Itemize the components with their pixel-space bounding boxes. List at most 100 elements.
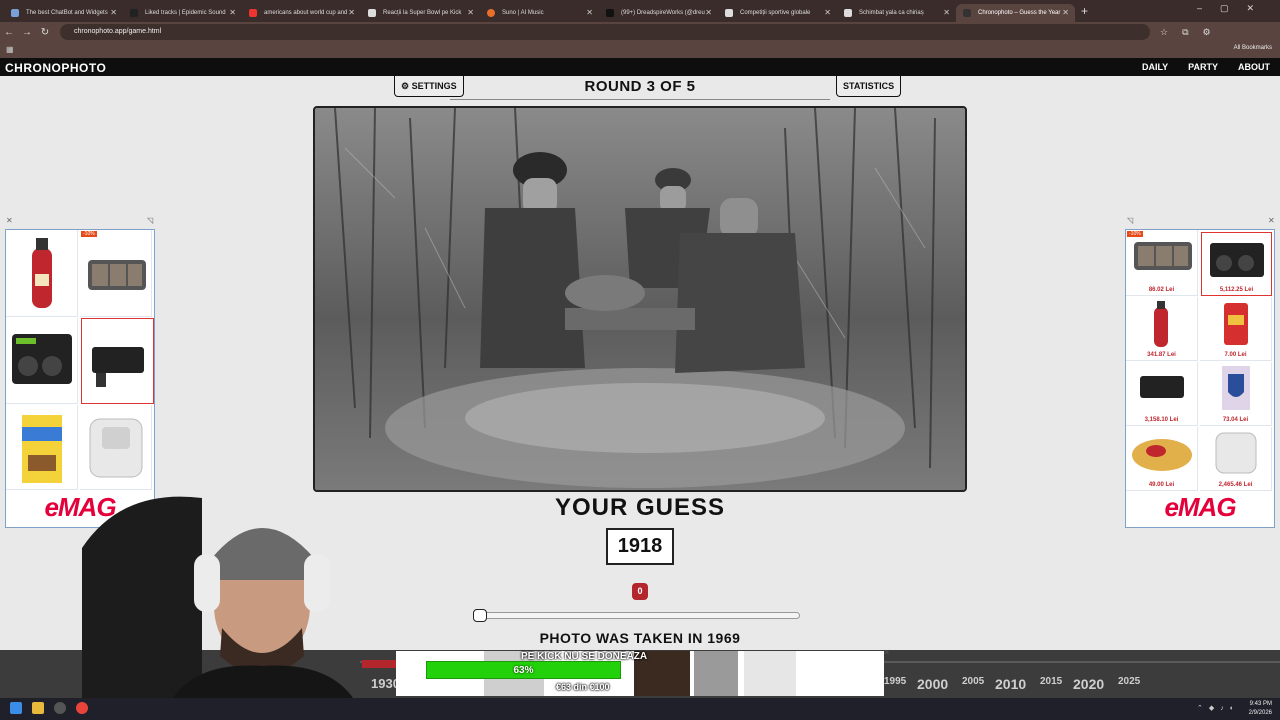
year-slider-track[interactable] bbox=[478, 612, 800, 619]
product-price: 341.87 Lei bbox=[1147, 352, 1176, 358]
browser-tab[interactable]: Liked tracks | Epidemic Sound ✕ bbox=[123, 4, 242, 22]
browser-toolbar-icons[interactable]: ☆⧉⚙ bbox=[1160, 27, 1225, 38]
nav-about[interactable]: ABOUT bbox=[1238, 62, 1270, 72]
browser-tab-bar: The best ChatBot and Widgets ✕ Liked trac… bbox=[0, 0, 1280, 22]
window-controls[interactable]: –▢✕ bbox=[1197, 3, 1272, 14]
timeline-year: 2010 bbox=[995, 676, 1027, 692]
ad-info-icon[interactable]: ◹ bbox=[1127, 216, 1133, 225]
clock[interactable]: 9:43 PM 2/9/2026 bbox=[1249, 700, 1272, 718]
ad-banner-right[interactable]: -10% 86.02 Lei 5,112.25 Lei 341.87 Lei 7… bbox=[1125, 229, 1275, 528]
ad-info-icon[interactable]: ◹ bbox=[147, 216, 153, 225]
site-logo[interactable]: CHRONOPHOTO bbox=[5, 61, 106, 75]
forward-icon[interactable]: → bbox=[18, 27, 36, 38]
ad-product-breadmaker[interactable] bbox=[80, 405, 152, 490]
wafer-package-icon bbox=[22, 415, 62, 483]
statistics-button[interactable]: STATISTICS bbox=[836, 76, 902, 97]
round-indicator: ROUND 3 OF 5 bbox=[584, 78, 696, 95]
new-tab-button[interactable]: + bbox=[1081, 4, 1088, 18]
clock-time: 9:43 PM bbox=[1249, 701, 1272, 707]
ad-banner-left[interactable]: -10% eMAG bbox=[5, 229, 155, 528]
donation-count: €63 din €100 bbox=[556, 682, 610, 692]
back-icon[interactable]: ← bbox=[0, 27, 18, 38]
chrome-icon[interactable] bbox=[76, 702, 88, 714]
nav-daily[interactable]: DAILY bbox=[1142, 62, 1168, 72]
system-tray-icons[interactable]: ⌃◆♪◐ bbox=[1197, 704, 1240, 712]
close-tab-icon[interactable]: ✕ bbox=[586, 4, 593, 22]
os-taskbar: ⌃◆♪◐ 9:43 PM 2/9/2026 bbox=[0, 698, 1280, 720]
close-tab-icon[interactable]: ✕ bbox=[229, 4, 236, 22]
file-explorer-icon[interactable] bbox=[32, 702, 44, 714]
tab-title: Reacții la Super Bowl pe Kick bbox=[383, 9, 462, 16]
capture-card-icon bbox=[92, 347, 144, 387]
chips-bag-icon bbox=[1224, 303, 1248, 345]
url-input[interactable]: chronophoto.app/game.html bbox=[60, 24, 1150, 40]
discount-badge: -10% bbox=[1127, 231, 1143, 237]
product-price: 5,112.25 Lei bbox=[1219, 287, 1254, 293]
capture-card-icon bbox=[1140, 376, 1184, 398]
close-widget-icon[interactable]: ✕ bbox=[883, 648, 890, 657]
webcam-overlay bbox=[82, 488, 364, 720]
tab-title: Suno | AI Music bbox=[502, 9, 544, 16]
ad-product-gpu[interactable]: 5,112.25 Lei bbox=[1201, 232, 1272, 296]
fire-extinguisher-icon bbox=[1154, 301, 1168, 347]
ad-product-extinguisher[interactable] bbox=[6, 230, 78, 317]
donation-widget: PE KICK NU SE DONEAZA 63% €63 din €100 ✕ bbox=[396, 648, 890, 696]
scale-icon bbox=[88, 260, 146, 290]
ad-product-gpu[interactable] bbox=[6, 318, 78, 404]
browser-tab[interactable]: Reacții la Super Bowl pe Kick ✕ bbox=[361, 4, 480, 22]
ad-product-route66[interactable]: 73.04 Lei bbox=[1200, 362, 1272, 426]
product-price: 2,465.46 Lei bbox=[1218, 482, 1253, 488]
ad-product-chips[interactable]: 7.00 Lei bbox=[1200, 297, 1272, 361]
emag-logo[interactable]: eMAG bbox=[1126, 492, 1274, 523]
route66-package-icon bbox=[1222, 366, 1250, 410]
close-tab-icon[interactable]: ✕ bbox=[348, 4, 355, 22]
browser-tab[interactable]: americans about world cup and ✕ bbox=[242, 4, 361, 22]
browser-tab[interactable]: The best ChatBot and Widgets ✕ bbox=[4, 4, 123, 22]
nav-party[interactable]: PARTY bbox=[1188, 62, 1218, 72]
ad-product-scale[interactable]: -10% 86.02 Lei bbox=[1126, 230, 1198, 296]
guess-photo[interactable] bbox=[313, 106, 967, 492]
tab-title: The best ChatBot and Widgets bbox=[26, 9, 108, 16]
product-price: 73.04 Lei bbox=[1222, 417, 1249, 423]
top-nav: DAILY PARTY ABOUT bbox=[1142, 62, 1270, 72]
ad-product-africana[interactable] bbox=[6, 405, 78, 490]
close-ad-icon[interactable]: ✕ bbox=[1268, 216, 1275, 225]
reload-icon[interactable]: ↻ bbox=[36, 27, 54, 38]
apps-icon[interactable]: ▦ bbox=[6, 45, 14, 54]
browser-tab[interactable]: Schimbat yala ca chiriaș ✕ bbox=[837, 4, 956, 22]
browser-tab-active[interactable]: Chronophoto – Guess the Year ✕ bbox=[956, 3, 1075, 22]
browser-tab[interactable]: Suno | AI Music ✕ bbox=[480, 4, 599, 22]
app-icon[interactable] bbox=[54, 702, 66, 714]
ad-product-snacks[interactable]: 49.00 Lei bbox=[1126, 427, 1198, 491]
discount-badge: -10% bbox=[81, 231, 97, 237]
close-ad-icon[interactable]: ✕ bbox=[6, 216, 13, 225]
appliance-icon bbox=[89, 418, 143, 478]
donation-progress-bar: 63% bbox=[426, 661, 621, 679]
browser-tab[interactable]: (99+) DreadspireWorks (@dreu ✕ bbox=[599, 4, 718, 22]
close-tab-icon[interactable]: ✕ bbox=[1062, 4, 1069, 22]
youtube-icon bbox=[249, 8, 257, 17]
close-tab-icon[interactable]: ✕ bbox=[705, 4, 712, 22]
close-tab-icon[interactable]: ✕ bbox=[110, 4, 117, 22]
windows-start-icon[interactable] bbox=[10, 702, 22, 714]
ad-product-breadmaker[interactable]: 2,465.46 Lei bbox=[1200, 427, 1272, 491]
tab-title: (99+) DreadspireWorks (@dreu bbox=[621, 9, 705, 16]
ad-product-scale[interactable]: -10% bbox=[80, 230, 152, 317]
all-bookmarks-button[interactable]: All Bookmarks bbox=[1234, 45, 1272, 51]
tiktok-icon bbox=[606, 8, 614, 17]
gpu-icon bbox=[1210, 243, 1264, 277]
year-slider-thumb[interactable] bbox=[473, 609, 487, 622]
guess-year-input[interactable]: 1918 bbox=[606, 528, 674, 565]
close-tab-icon[interactable]: ✕ bbox=[943, 4, 950, 22]
close-tab-icon[interactable]: ✕ bbox=[467, 4, 474, 22]
address-bar-row: ← → ↻ chronophoto.app/game.html ☆⧉⚙ bbox=[0, 22, 1280, 42]
ad-product-capture-card[interactable]: 3,158.10 Lei bbox=[1126, 362, 1198, 426]
close-tab-icon[interactable]: ✕ bbox=[824, 4, 831, 22]
settings-button[interactable]: ⚙ SETTINGS bbox=[394, 76, 464, 97]
browser-tab[interactable]: Competiții sportive globale ✕ bbox=[718, 4, 837, 22]
score-badge: 0 bbox=[632, 583, 648, 600]
product-price: 3,158.10 Lei bbox=[1144, 417, 1179, 423]
ad-product-capture-card[interactable] bbox=[81, 318, 154, 404]
ad-product-extinguisher[interactable]: 341.87 Lei bbox=[1126, 297, 1198, 361]
timeline-year: 2025 bbox=[1118, 676, 1141, 687]
